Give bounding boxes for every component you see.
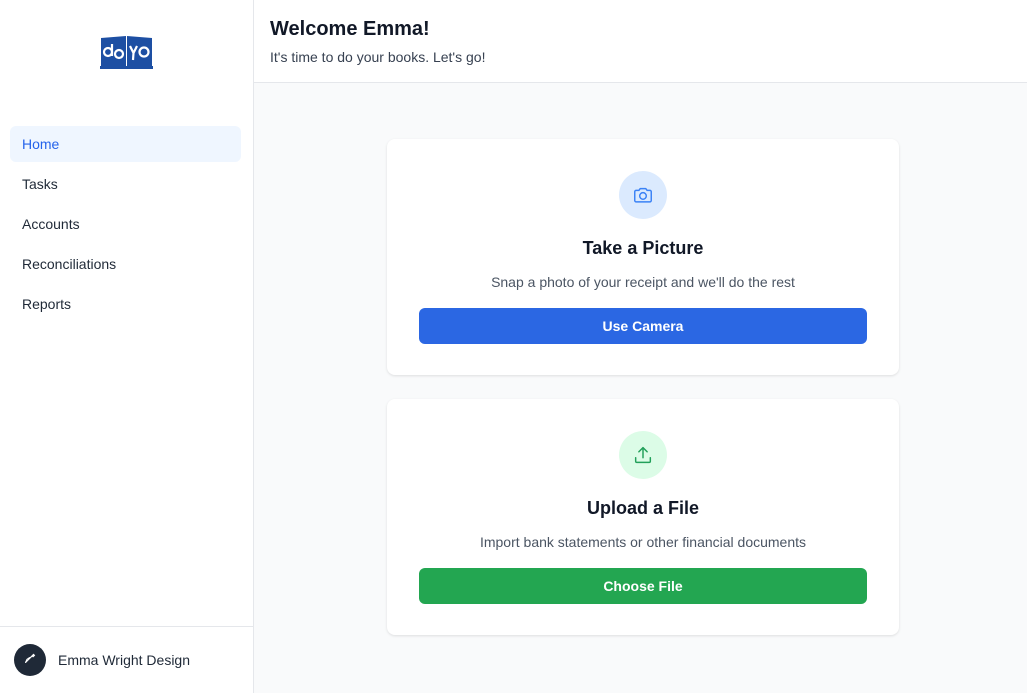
take-picture-card: Take a Picture Snap a photo of your rece… (387, 139, 899, 375)
sidebar: Home Tasks Accounts Reconciliations Repo… (0, 0, 254, 693)
upload-file-card: Upload a File Import bank statements or … (387, 399, 899, 635)
app-root: Home Tasks Accounts Reconciliations Repo… (0, 0, 1027, 693)
account-switcher[interactable]: Emma Wright Design (0, 626, 253, 693)
page-header: Welcome Emma! It's time to do your books… (254, 0, 1027, 83)
sidebar-item-label: Reconciliations (22, 256, 117, 272)
upload-file-description: Import bank statements or other financia… (479, 534, 807, 550)
main-area: Welcome Emma! It's time to do your books… (254, 0, 1027, 693)
camera-icon (619, 171, 667, 219)
sidebar-item-label: Reports (22, 296, 72, 312)
page-subtitle: It's time to do your books. Let's go! (270, 49, 486, 65)
take-picture-title: Take a Picture (582, 238, 704, 258)
doyo-logo[interactable] (99, 32, 154, 70)
sidebar-item-label: Tasks (22, 176, 58, 192)
page-title: Welcome Emma! (270, 18, 430, 40)
org-name: Emma Wright Design (58, 652, 191, 668)
avatar (14, 644, 46, 676)
take-picture-description: Snap a photo of your receipt and we'll d… (491, 274, 795, 290)
upload-icon (619, 431, 667, 479)
content-area: Take a Picture Snap a photo of your rece… (254, 83, 1027, 693)
use-camera-button[interactable]: Use Camera (419, 308, 867, 344)
sidebar-nav: Home Tasks Accounts Reconciliations Repo… (10, 126, 241, 326)
choose-file-button[interactable]: Choose File (419, 568, 867, 604)
sidebar-item-tasks[interactable]: Tasks (10, 166, 241, 202)
sidebar-item-label: Accounts (22, 216, 80, 232)
upload-file-title: Upload a File (586, 498, 700, 518)
sidebar-item-reconciliations[interactable]: Reconciliations (10, 246, 241, 282)
sidebar-item-home[interactable]: Home (10, 126, 241, 162)
sidebar-item-reports[interactable]: Reports (10, 286, 241, 322)
sidebar-item-accounts[interactable]: Accounts (10, 206, 241, 242)
sidebar-item-label: Home (22, 136, 60, 152)
pen-nib-icon (23, 651, 37, 670)
